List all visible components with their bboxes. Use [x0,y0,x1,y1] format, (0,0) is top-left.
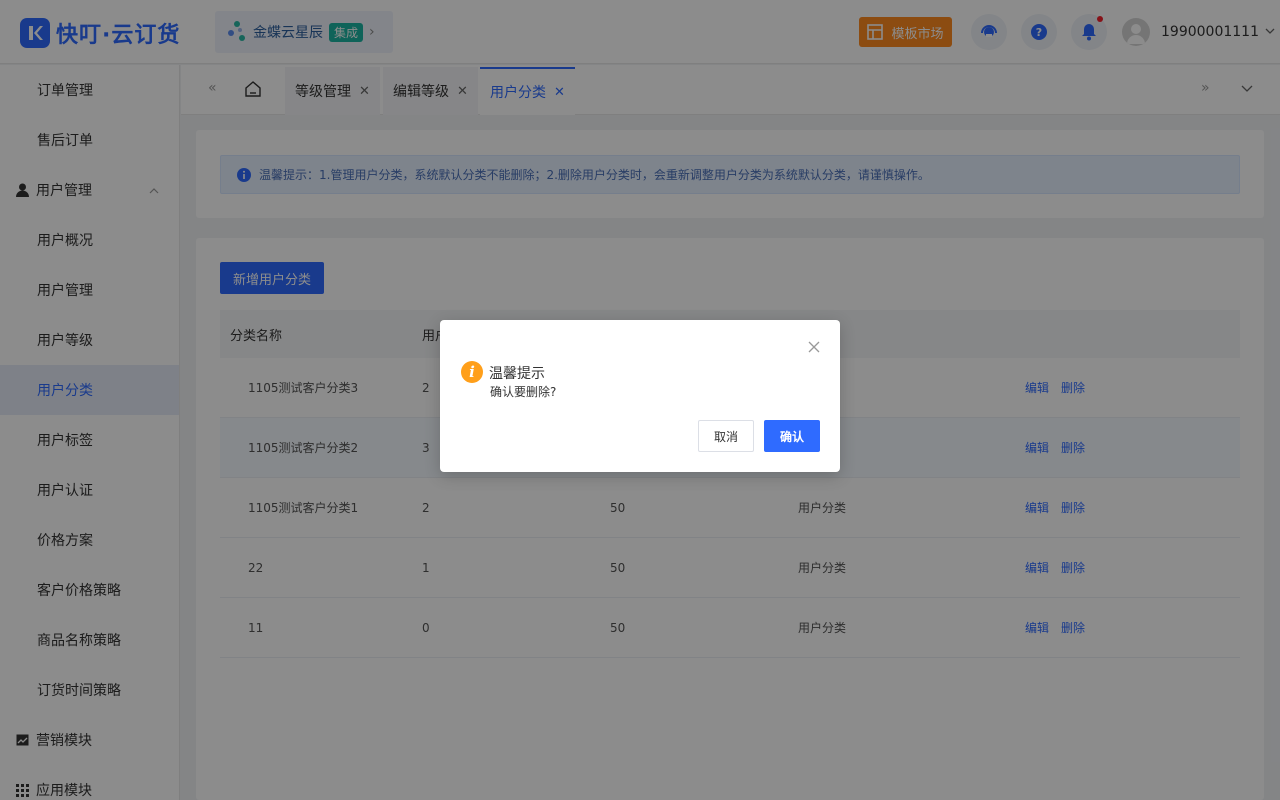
confirm-button[interactable]: 确认 [764,420,820,452]
warning-icon: i [461,361,483,383]
dialog-message: 确认要删除? [490,385,557,399]
cancel-button[interactable]: 取消 [698,420,754,452]
dialog-title: 温馨提示 [489,366,545,382]
close-icon[interactable] [808,340,820,356]
confirm-delete-dialog: i 温馨提示 确认要删除? 取消 确认 [440,320,840,472]
